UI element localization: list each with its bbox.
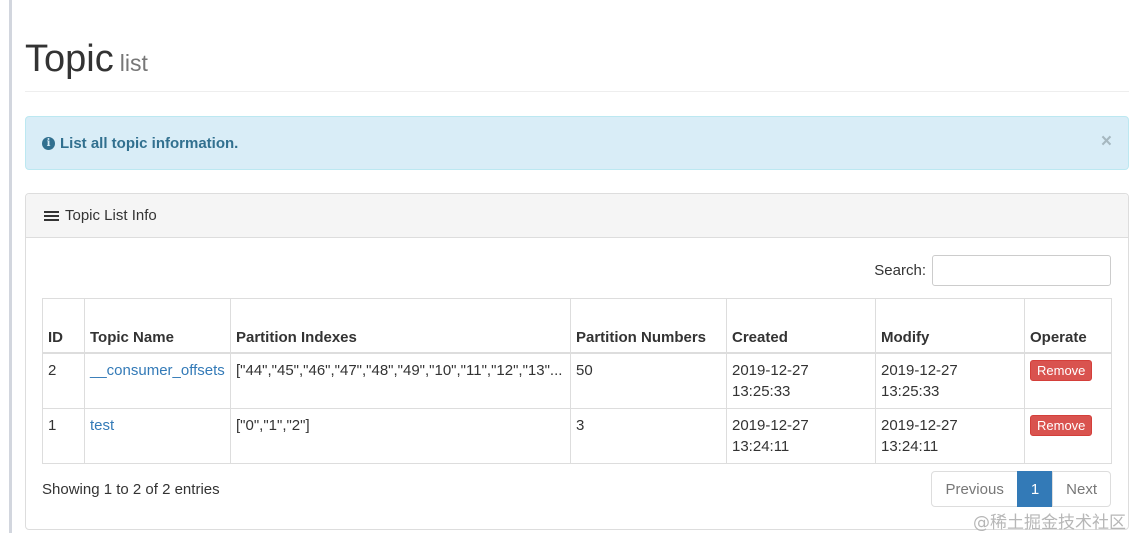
cell-partition-numbers: 50 bbox=[570, 352, 727, 409]
panel-title: Topic List Info bbox=[65, 207, 157, 224]
column-header-created[interactable]: Created bbox=[726, 298, 876, 354]
next-page-button[interactable]: Next bbox=[1052, 471, 1111, 507]
search-row: Search: bbox=[874, 255, 1111, 286]
column-header-partition-numbers[interactable]: Partition Numbers bbox=[570, 298, 727, 354]
cell-created: 2019-12-27 13:24:11 bbox=[726, 407, 876, 464]
remove-button[interactable]: Remove bbox=[1030, 414, 1093, 436]
watermark: @稀土掘金技术社区 bbox=[973, 513, 1126, 533]
topic-table: ID Topic Name Partition Indexes Partitio… bbox=[42, 298, 1112, 464]
column-header-operate[interactable]: Operate bbox=[1024, 298, 1112, 354]
cell-id: 2 bbox=[42, 352, 85, 409]
column-header-partition-indexes[interactable]: Partition Indexes bbox=[230, 298, 571, 354]
topic-list-panel: Topic List Info Search: ID Topic Name Pa… bbox=[25, 193, 1129, 530]
search-input[interactable] bbox=[932, 255, 1111, 286]
table-row: 1 test ["0","1","2"] 3 2019-12-27 13:24:… bbox=[42, 407, 1112, 464]
search-label: Search: bbox=[874, 262, 926, 279]
cell-partition-indexes: ["44","45","46","47","48","49","10","11"… bbox=[230, 352, 571, 409]
cell-id: 1 bbox=[42, 407, 85, 464]
cell-operate: Remove bbox=[1024, 352, 1112, 409]
column-header-topic-name[interactable]: Topic Name bbox=[84, 298, 231, 354]
cell-modify: 2019-12-27 13:25:33 bbox=[875, 352, 1025, 409]
close-icon[interactable]: × bbox=[1101, 131, 1112, 153]
table-info: Showing 1 to 2 of 2 entries bbox=[42, 481, 220, 498]
panel-heading: Topic List Info bbox=[26, 194, 1128, 238]
pagination: Previous 1 Next bbox=[931, 471, 1111, 507]
column-header-id[interactable]: ID bbox=[42, 298, 85, 354]
page-title: Topic bbox=[25, 38, 114, 80]
column-header-modify[interactable]: Modify bbox=[875, 298, 1025, 354]
alert-message: List all topic information. bbox=[60, 134, 239, 152]
previous-page-button[interactable]: Previous bbox=[931, 471, 1018, 507]
info-alert: i List all topic information. × bbox=[25, 116, 1129, 170]
page-header: Topic list bbox=[25, 38, 1129, 92]
tasks-icon bbox=[44, 209, 59, 223]
cell-modify: 2019-12-27 13:24:11 bbox=[875, 407, 1025, 464]
remove-button[interactable]: Remove bbox=[1030, 359, 1093, 381]
table-row: 2 __consumer_offsets ["44","45","46","47… bbox=[42, 352, 1112, 409]
cell-created: 2019-12-27 13:25:33 bbox=[726, 352, 876, 409]
cell-partition-indexes: ["0","1","2"] bbox=[230, 407, 571, 464]
page-subtitle: list bbox=[119, 50, 148, 76]
cell-topic-name: test bbox=[84, 407, 231, 464]
cell-topic-name: __consumer_offsets bbox=[84, 352, 231, 409]
page-1-button[interactable]: 1 bbox=[1016, 471, 1054, 507]
topic-link[interactable]: test bbox=[90, 417, 114, 434]
table-header-row: ID Topic Name Partition Indexes Partitio… bbox=[42, 298, 1112, 354]
left-border bbox=[9, 0, 12, 533]
cell-operate: Remove bbox=[1024, 407, 1112, 464]
cell-partition-numbers: 3 bbox=[570, 407, 727, 464]
info-circle-icon: i bbox=[42, 136, 55, 150]
topic-link[interactable]: __consumer_offsets bbox=[90, 362, 225, 379]
